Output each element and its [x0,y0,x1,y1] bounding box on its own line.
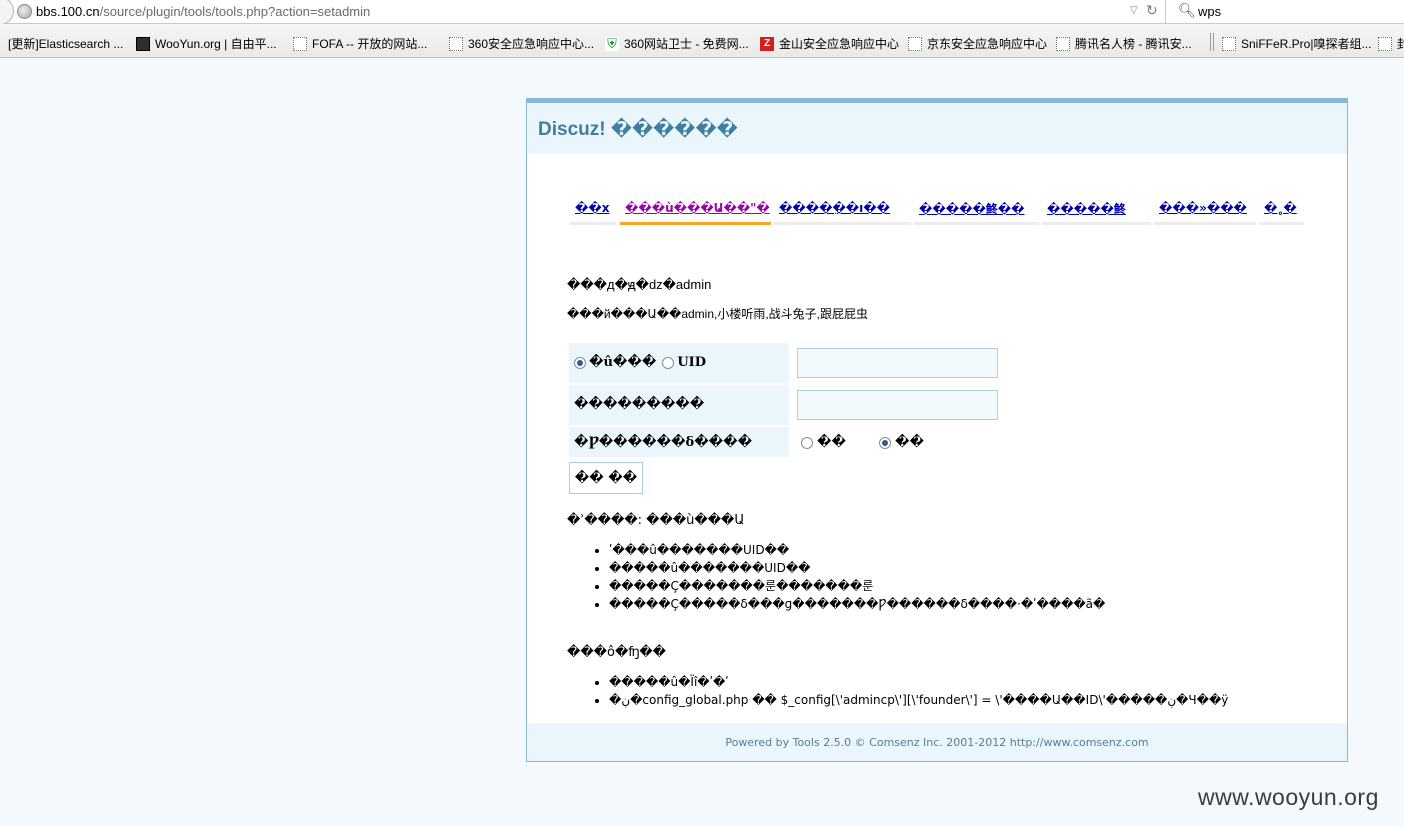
search-icon: 🔍︎ [1178,2,1196,18]
bookmark-item[interactable]: [更新]Elasticsearch ... [8,35,123,52]
tab-item[interactable]: ��x [570,199,616,225]
panel-header: Discuz! ������ [527,103,1347,154]
list-item: ʹ���û�������UID�� [609,541,1105,559]
form-row-password: ��������� [569,385,789,425]
page-icon [293,36,307,51]
notes-title: ���ô�ʩ�� [567,645,666,660]
bookmark-item[interactable]: Z 金山安全应急响应中心 [760,35,899,52]
dropdown-icon[interactable]: ▽ [1130,5,1138,16]
admin-list-info: ���й���Ա��admin,小楼听雨,战斗兔子,跟屁屁虫 [567,307,869,321]
page-icon [449,36,463,51]
page-icon [1378,36,1392,51]
uid-radio[interactable] [662,356,675,369]
search-box[interactable]: 🔍︎ wps [1172,0,1404,24]
tips-list: ʹ���û�������UID�� �����û�������UID�� ���… [609,541,1105,613]
list-item: �����û�Ïî�ʹ�ʹ [609,673,1228,691]
browser-toolbar: bbs.100.cn/source/plugin/tools/tools.php… [0,0,1404,25]
watermark: www.wooyun.org [1198,784,1379,810]
bookmark-separator [1210,33,1214,51]
bookmark-item[interactable]: 腾讯名人榜 - 腾讯安... [1056,35,1192,52]
bookmark-item[interactable]: SniFFeR.Pro|嗅探者组... [1222,35,1371,52]
globe-icon [17,4,32,19]
tab-item[interactable]: �����ֵ�ı�� [774,199,911,225]
reload-icon[interactable]: ↻ [1146,2,1158,19]
search-input[interactable]: wps [1198,4,1221,19]
footer: Powered by Tools 2.5.0 © Comsenz Inc. 20… [527,723,1347,761]
founder-no-radio[interactable] [801,436,813,449]
tab-item[interactable]: �����鿴�� [914,199,1039,225]
original-name-info: ���д�ԭ�ǳ�admin [567,277,712,292]
list-item: �����Ç�������룬�������룬 [609,577,1105,595]
list-item: �����Ç�����δ���ɡ�������Ƿ������δ����·�ʹ��… [609,595,1105,613]
form-row-founder: �Ƿ������δ���� [569,427,789,457]
kingsoft-icon: Z [760,36,774,51]
tab-item[interactable]: �����鿴 [1042,199,1151,225]
password-input[interactable] [797,390,998,420]
bookmark-item[interactable]: 封 [1378,35,1404,52]
submit-button[interactable]: �� �� [569,462,643,494]
notes-list: �����û�Ïî�ʹ�ʹ �ڹ�config_global.php �� $_… [609,673,1228,709]
bookmark-item[interactable]: WooYun.org | 自由平... [136,35,277,52]
bookmark-item[interactable]: FOFA -- 开放的网站... [293,35,427,52]
bookmark-item[interactable]: ⛨ 360网站卫士 - 免费网... [605,35,749,52]
page-title: Discuz! ������ [538,119,738,140]
username-input[interactable] [797,348,998,378]
list-item: �����û�������UID�� [609,559,1105,577]
bookmark-item[interactable]: 360安全应急响应中心... [449,35,594,52]
username-radio[interactable] [574,356,586,369]
list-item: �ڹ�config_global.php �� $_config[\'admin… [609,691,1228,709]
wooyun-icon [136,36,150,51]
page-icon [1222,36,1236,51]
bookmarks-bar: [更新]Elasticsearch ... WooYun.org | 自由平..… [0,24,1404,58]
tools-panel: Discuz! ������ ��x ���ù���Ա��"� �����ֵ�ı… [526,98,1348,762]
shield-icon: ⛨ [605,36,619,51]
founder-yes-radio[interactable] [879,436,891,449]
address-bar[interactable]: bbs.100.cn/source/plugin/tools/tools.php… [0,0,1166,25]
url-text[interactable]: bbs.100.cn/source/plugin/tools/tools.php… [36,4,370,19]
back-button[interactable] [0,0,14,25]
page-icon [1056,36,1070,51]
page-icon [908,36,922,51]
tab-item-active[interactable]: ���ù���Ա��"� [620,199,771,225]
tab-item[interactable]: �˳� [1259,199,1304,225]
tab-item[interactable]: ���»��� [1154,199,1256,225]
tips-title: �ʾ����: ���ù���Ա [567,513,745,528]
form-row-user-type: �û��� UID [569,343,789,383]
bookmark-item[interactable]: 京东安全应急响应中心 [908,35,1047,52]
